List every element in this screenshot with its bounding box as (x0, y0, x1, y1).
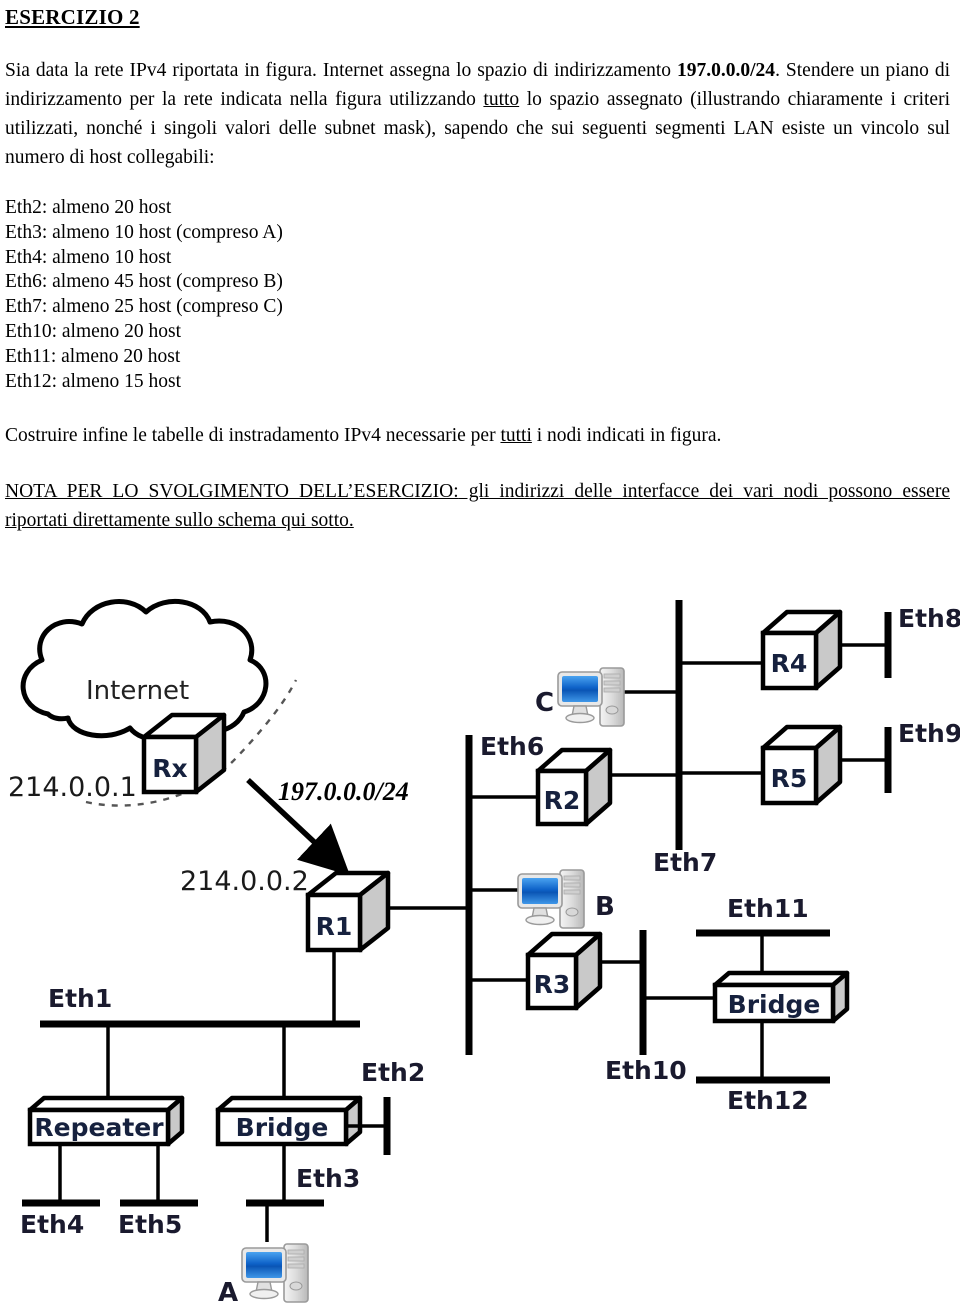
address-r1-label: 214.0.0.2 (180, 866, 309, 897)
bridge-left-label: Bridge (236, 1113, 329, 1142)
address-space-value: 197.0.0.0/24 (677, 60, 776, 81)
host-b-label: B (595, 892, 615, 922)
router-r1-label: R1 (316, 912, 353, 941)
segment-label-eth5: Eth5 (118, 1210, 183, 1239)
address-rx-label: 214.0.0.1 (8, 772, 137, 803)
segment-label-eth1: Eth1 (48, 984, 113, 1013)
constraint-item: Eth6: almeno 45 host (compreso B) (5, 271, 283, 293)
network-address-label: 197.0.0.0/24 (278, 777, 409, 806)
intro-paragraph: Sia data la rete IPv4 riportata in figur… (5, 56, 950, 172)
document-text-block: ESERCIZIO 2 Sia data la rete IPv4 riport… (0, 0, 960, 535)
constraint-list: Eth2: almeno 20 host Eth3: almeno 10 hos… (5, 196, 960, 394)
segment-label-eth12: Eth12 (727, 1086, 809, 1115)
host-b-icon (517, 869, 585, 929)
network-diagram: Rx R1 Repeater Bridge R2 R3 R4 R5 Bridge… (0, 590, 960, 1308)
constraint-item: Eth10: almeno 20 host (5, 320, 182, 342)
segment-label-eth8: Eth8 (898, 604, 960, 633)
constraint-item: Eth2: almeno 20 host (5, 197, 172, 218)
host-c-label: C (535, 688, 555, 718)
segment-label-eth2: Eth2 (361, 1058, 426, 1087)
intro-text-part1: Sia data la rete IPv4 riportata in figur… (5, 60, 678, 81)
note-paragraph: NOTA PER LO SVOLGIMENTO DELL’ESERCIZIO: … (5, 477, 950, 535)
host-a-icon (241, 1243, 309, 1303)
segment-label-eth11: Eth11 (727, 894, 809, 923)
segment-label-eth9: Eth9 (898, 719, 960, 748)
segment-label-eth3: Eth3 (296, 1164, 361, 1193)
router-rx-label: Rx (152, 754, 187, 783)
constraint-item: Eth4: almeno 10 host (5, 246, 172, 268)
host-c-icon (557, 667, 625, 727)
constraint-item: Eth11: almeno 20 host (5, 345, 181, 367)
note-heading: NOTA PER LO SVOLGIMENTO DELL’ESERCIZIO: (5, 481, 459, 503)
router-r3-label: R3 (534, 970, 571, 999)
constraint-item: Eth12: almeno 15 host (5, 370, 182, 392)
repeater-label: Repeater (34, 1113, 164, 1142)
constraint-item: Eth7: almeno 25 host (compreso C) (5, 296, 283, 318)
router-r5-label: R5 (771, 764, 808, 793)
closing-paragraph: Costruire infine le tabelle di instradam… (5, 421, 950, 450)
emphasis-tutti: tutti (500, 425, 532, 447)
closing-text-part2: i nodi indicati in figura. (531, 425, 722, 447)
constraint-item: Eth3: almeno 10 host (compreso A) (5, 221, 283, 243)
page-title: ESERCIZIO 2 (5, 5, 140, 29)
segment-label-eth10: Eth10 (605, 1056, 687, 1085)
segment-label-eth6: Eth6 (480, 732, 545, 761)
cloud-label: Internet (86, 676, 190, 706)
emphasis-tutto: tutto (483, 89, 520, 110)
router-r4-label: R4 (771, 649, 808, 678)
router-r2-label: R2 (544, 786, 581, 815)
host-a-label: A (218, 1278, 239, 1308)
segment-label-eth4: Eth4 (20, 1210, 85, 1239)
segment-label-eth7: Eth7 (653, 848, 718, 877)
closing-text-part1: Costruire infine le tabelle di instradam… (5, 425, 501, 447)
internet-cloud-icon (20, 598, 269, 743)
bridge-right-label: Bridge (728, 990, 821, 1019)
